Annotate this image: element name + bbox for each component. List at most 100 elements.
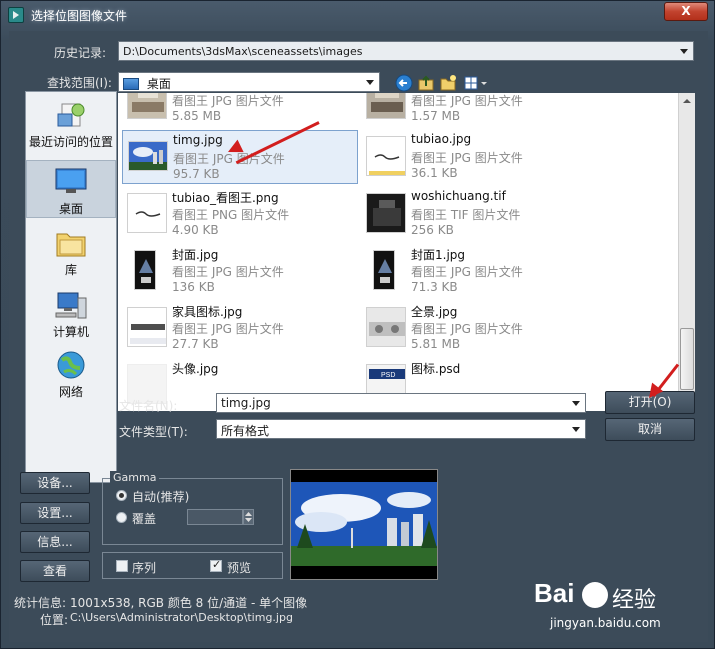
filename-value: timg.jpg — [221, 396, 271, 410]
file-name: 封面.jpg — [172, 248, 219, 262]
file-type: 看图王 JPG 图片文件 — [411, 265, 523, 279]
location-label: 位置: — [40, 613, 69, 627]
chevron-down-icon[interactable] — [677, 44, 691, 58]
file-type: 看图王 JPG 图片文件 — [172, 94, 284, 108]
file-name: tubiao_看图王.png — [172, 191, 279, 205]
chevron-down-icon[interactable] — [569, 422, 583, 436]
filetype-select[interactable]: 所有格式 — [216, 419, 586, 439]
file-item[interactable]: woshichuang.tif 看图王 TIF 图片文件 256 KB — [361, 187, 597, 241]
file-size: 256 KB — [411, 223, 454, 237]
file-size: 95.7 KB — [173, 167, 220, 181]
file-name: 全景.jpg — [411, 305, 458, 319]
places-bar: 最近访问的位置 桌面 库 计算机 网络 — [25, 91, 117, 483]
file-item[interactable]: tubiao_看图王.png 看图王 PNG 图片文件 4.90 KB — [122, 187, 358, 241]
filename-label: 文件名(N): — [119, 399, 178, 413]
view-button[interactable]: 查看 — [20, 560, 90, 582]
image-preview — [290, 469, 438, 580]
gamma-auto-radio[interactable] — [116, 490, 127, 501]
file-item[interactable]: 封面1.jpg 看图王 JPG 图片文件 71.3 KB — [361, 244, 597, 298]
place-label: 计算机 — [52, 325, 89, 339]
gamma-value-field[interactable] — [187, 509, 243, 525]
file-size: 136 KB — [172, 280, 215, 294]
file-size: 5.85 MB — [172, 109, 222, 123]
place-computer[interactable]: 计算机 — [26, 290, 116, 340]
info-button[interactable]: 信息... — [20, 531, 90, 553]
file-item[interactable]: tubiao.jpg 看图王 JPG 图片文件 36.1 KB — [361, 130, 597, 184]
scroll-thumb[interactable] — [680, 328, 694, 390]
file-item[interactable]: 全景.jpg 看图王 JPG 图片文件 5.81 MB — [361, 301, 597, 355]
watermark-brand2: 经验 — [612, 588, 657, 613]
place-recent[interactable]: 最近访问的位置 — [26, 100, 116, 150]
desktop-small-icon — [123, 78, 139, 90]
file-thumbnail — [127, 307, 167, 347]
file-type: 看图王 JPG 图片文件 — [411, 151, 523, 165]
lookin-value: 桌面 — [146, 77, 171, 91]
setup-button[interactable]: 设置... — [20, 502, 90, 524]
file-size: 36.1 KB — [411, 166, 458, 180]
file-thumbnail — [366, 193, 406, 233]
gamma-override-radio[interactable] — [116, 512, 127, 523]
recent-places-icon — [54, 100, 88, 130]
file-item-selected[interactable]: timg.jpg 看图王 JPG 图片文件 95.7 KB — [122, 130, 358, 184]
file-item[interactable]: 看图王 JPG 图片文件 5.85 MB — [122, 93, 358, 127]
paw-icon — [582, 582, 608, 608]
file-item[interactable]: 看图王 JPG 图片文件 1.57 MB — [361, 93, 597, 127]
library-icon — [54, 228, 88, 258]
up-folder-icon[interactable] — [417, 74, 435, 92]
filename-input[interactable]: timg.jpg — [216, 393, 586, 413]
title-bar[interactable]: 选择位图图像文件 X — [1, 1, 714, 29]
cancel-button[interactable]: 取消 — [605, 418, 695, 441]
preview-checkbox[interactable] — [210, 558, 222, 572]
dialog-body: 历史记录: D:\Documents\3dsMax\sceneassets\im… — [9, 31, 708, 642]
place-desktop[interactable]: 桌面 — [26, 160, 116, 218]
desktop-icon — [54, 167, 88, 197]
file-type: 看图王 JPG 图片文件 — [411, 322, 523, 336]
file-thumbnail — [128, 141, 168, 171]
file-name: 封面1.jpg — [411, 248, 466, 262]
gamma-spinner[interactable] — [243, 509, 254, 525]
history-value: D:\Documents\3dsMax\sceneassets\images — [123, 45, 363, 58]
place-label: 库 — [64, 263, 77, 277]
close-button[interactable]: X — [664, 2, 708, 21]
sequence-checkbox[interactable] — [116, 560, 128, 572]
file-type: 看图王 JPG 图片文件 — [172, 265, 284, 279]
view-menu-icon[interactable] — [463, 74, 489, 92]
filetype-label: 文件类型(T): — [119, 425, 188, 439]
lookin-combo[interactable]: 桌面 — [118, 72, 380, 92]
place-network[interactable]: 网络 — [26, 350, 116, 400]
chevron-down-icon[interactable] — [363, 75, 377, 89]
new-folder-icon[interactable] — [439, 74, 457, 92]
file-size: 27.7 KB — [172, 337, 219, 351]
scroll-up-icon[interactable] — [682, 96, 692, 106]
app-icon — [8, 7, 24, 23]
file-thumbnail — [134, 250, 156, 290]
computer-icon — [54, 290, 88, 320]
file-thumbnail — [373, 250, 395, 290]
file-size: 71.3 KB — [411, 280, 458, 294]
file-name: 家具图标.jpg — [172, 305, 243, 319]
stats-label: 统计信息: — [14, 596, 67, 610]
file-name: 图标.psd — [411, 362, 461, 376]
stats-value: 1001x538, RGB 颜色 8 位/通道 - 单个图像 — [70, 596, 308, 610]
history-combo[interactable]: D:\Documents\3dsMax\sceneassets\images — [118, 41, 694, 61]
sequence-label: 序列 — [132, 561, 157, 575]
watermark-url: jingyan.baidu.com — [550, 616, 661, 630]
file-thumbnail — [366, 307, 406, 347]
file-list-scrollbar[interactable] — [678, 93, 695, 411]
file-name: woshichuang.tif — [411, 189, 506, 203]
window-title: 选择位图图像文件 — [31, 9, 128, 23]
chevron-down-icon[interactable] — [569, 396, 583, 410]
file-item[interactable]: 封面.jpg 看图王 JPG 图片文件 136 KB — [122, 244, 358, 298]
file-item[interactable]: 家具图标.jpg 看图王 JPG 图片文件 27.7 KB — [122, 301, 358, 355]
file-name: tubiao.jpg — [411, 132, 472, 146]
devices-button[interactable]: 设备... — [20, 472, 90, 494]
filetype-value: 所有格式 — [221, 424, 270, 438]
back-icon[interactable] — [395, 74, 413, 92]
file-type: 看图王 JPG 图片文件 — [172, 322, 284, 336]
place-library[interactable]: 库 — [26, 228, 116, 278]
file-thumbnail — [127, 93, 167, 119]
place-label: 最近访问的位置 — [28, 135, 113, 149]
file-type: 看图王 PNG 图片文件 — [172, 208, 290, 222]
file-list[interactable]: 看图王 JPG 图片文件 5.85 MB 看图王 JPG 图片文件 1.57 M… — [118, 93, 694, 411]
place-label: 网络 — [58, 385, 83, 399]
